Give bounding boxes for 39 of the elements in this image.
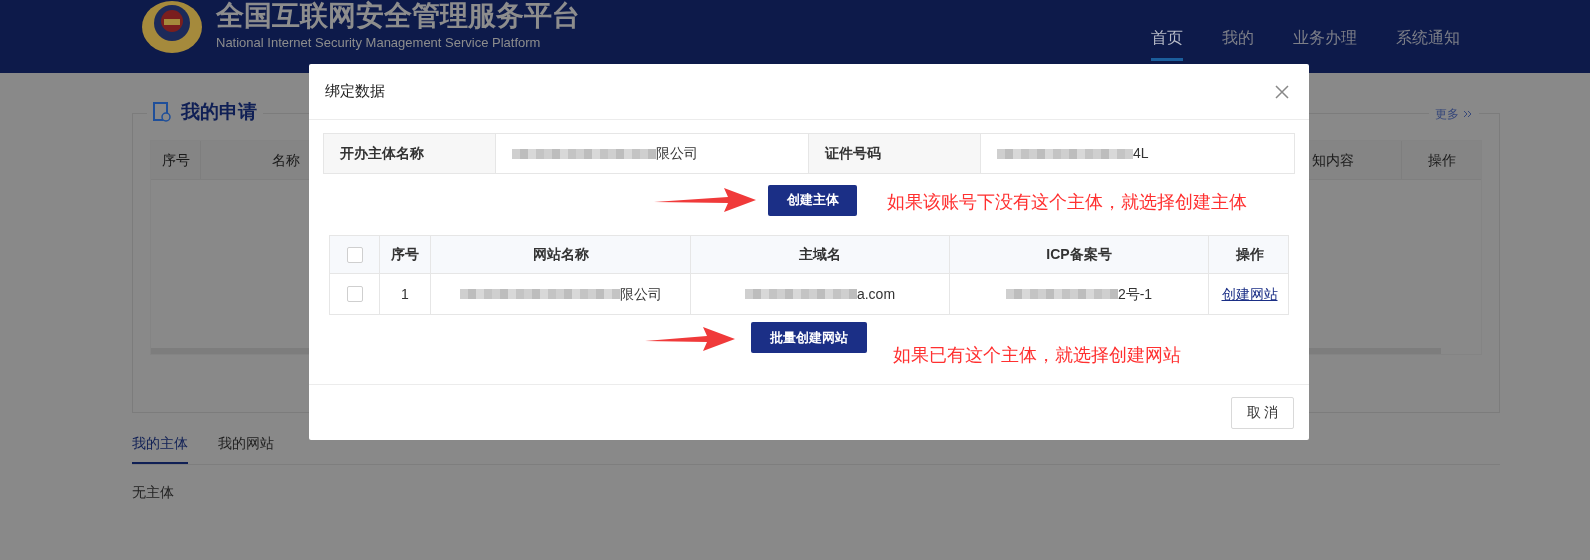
double-chevron-icon xyxy=(1463,110,1473,118)
table-cell-text: 2号-1 xyxy=(1117,284,1153,304)
more-link[interactable]: 更多 xyxy=(1435,105,1459,123)
field-label: 证件号码 xyxy=(809,134,981,173)
field-value: 4L xyxy=(1133,144,1149,163)
column-header: 序号 xyxy=(151,141,201,179)
annotation-text: 如果该账号下没有这个主体，就选择创建主体 xyxy=(887,190,1247,214)
badge-logo xyxy=(140,0,204,55)
section-title: 我的申请 xyxy=(181,100,257,124)
tab[interactable]: 我的主体 xyxy=(132,425,188,464)
nav-tab[interactable]: 我的 xyxy=(1222,22,1254,61)
empty-message: 无主体 xyxy=(132,483,175,502)
table-cell-text: a.com xyxy=(856,284,896,304)
checkbox[interactable] xyxy=(346,286,363,302)
checkbox[interactable] xyxy=(346,246,363,263)
column-header: 网站名称 xyxy=(431,236,691,273)
column-header: 序号 xyxy=(380,236,431,273)
table-cell-text: 限公司 xyxy=(619,284,662,304)
tab[interactable]: 我的网站 xyxy=(218,425,274,464)
document-icon xyxy=(153,102,171,123)
cancel-button[interactable]: 取 消 xyxy=(1231,396,1294,429)
batch-create-button[interactable]: 批量创建网站 xyxy=(751,322,867,353)
annotation-text: 如果已有这个主体，就选择创建网站 xyxy=(893,344,1181,367)
site-subtitle: National Internet Security Management Service Platform xyxy=(216,33,542,52)
create-subject-button[interactable]: 创建主体 xyxy=(768,184,857,216)
dialog-title: 绑定数据 xyxy=(325,81,385,102)
column-header: 操作 xyxy=(1234,245,1265,264)
column-header: 操作 xyxy=(1401,141,1481,179)
field-label: 开办主体名称 xyxy=(324,134,496,173)
nav-tab[interactable]: 业务办理 xyxy=(1293,22,1357,61)
column-header: ICP备案号 xyxy=(950,236,1209,273)
field-value: 限公司 xyxy=(656,144,698,163)
column-header: 主域名 xyxy=(691,236,950,273)
nav-tab[interactable]: 首页 xyxy=(1151,22,1183,61)
nav-tab[interactable]: 系统通知 xyxy=(1396,22,1460,61)
create-website-link[interactable]: 创建网站 xyxy=(1221,283,1278,305)
table-cell-text: 1 xyxy=(401,284,409,304)
close-icon[interactable] xyxy=(1275,84,1289,99)
site-title: 全国互联网安全管理服务平台 xyxy=(216,0,580,33)
